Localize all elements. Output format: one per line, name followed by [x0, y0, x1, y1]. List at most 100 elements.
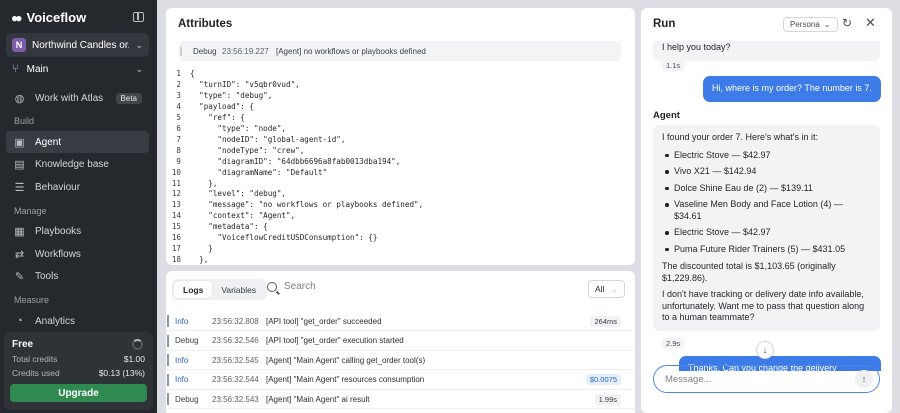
branch-name: Main: [26, 63, 49, 75]
log-row[interactable]: Info 23:56:32.544 [Agent] "Main Agent" res…: [166, 371, 635, 390]
line-number: 6: [176, 123, 181, 133]
project-selector[interactable]: N Northwind Candles or... ⌄: [6, 33, 149, 57]
code-text: "message": "no workflows or playbooks de…: [190, 200, 424, 210]
code-text: "ref": {: [190, 112, 245, 122]
agent-label: Agent: [653, 110, 680, 121]
line-number: 12: [171, 189, 181, 199]
log-badge: 1.99s: [594, 393, 621, 405]
log-time: 23:56:32.543: [212, 394, 259, 404]
code-text: "payload": {: [190, 101, 255, 111]
search-input[interactable]: [284, 281, 444, 292]
tool-icon: ✎: [14, 270, 25, 283]
send-icon[interactable]: ↑: [855, 370, 873, 388]
tab-variables[interactable]: Variables: [212, 281, 265, 298]
chat-transcript[interactable]: I help you today? 1.1s Hi, where is my o…: [641, 41, 892, 371]
nav-tools[interactable]: ✎ Tools: [6, 265, 149, 287]
log-message: [API tool] "get_order" execution started: [266, 336, 404, 346]
upgrade-button[interactable]: Upgrade: [10, 384, 147, 402]
line-number: 7: [176, 134, 181, 144]
order-item: Vaseline Men Body and Face Lotion (4) — …: [662, 199, 871, 222]
order-item: Vivo X21 — $142.94: [662, 166, 871, 178]
plan-card: Free Total credits $1.00 Credits used $0.1…: [4, 332, 153, 410]
section-measure: Measure: [14, 295, 50, 305]
sidebar: ●● Voiceflow N Northwind Candles or... ⌄ …: [0, 0, 157, 413]
order-item: Dolce Shine Eau de (2) — $139.11: [662, 183, 871, 195]
log-row[interactable]: Debug 23:56:32.546 [API tool] "get_order" …: [166, 332, 635, 351]
agent-message: I help you today?: [653, 41, 880, 61]
credits-used-row: Credits used $0.13 (13%): [12, 368, 145, 378]
logs-panel: Logs Variables All⌄ Info 23:56:32.808 [API…: [166, 271, 635, 413]
code-line: 16 "VoiceflowCreditUSDConsumption": {}: [166, 233, 635, 244]
attributes-title: Attributes: [178, 18, 233, 30]
code-text: "turnID": "v5qbr0vud",: [190, 79, 300, 89]
agent-icon: ▣: [14, 136, 25, 149]
code-line: 12 "level": "debug",: [166, 189, 635, 200]
log-message: [Agent] "Main Agent" resources consumpti…: [266, 375, 425, 385]
json-code-view[interactable]: 1{2 "turnID": "v5qbr0vud", 3 "type": "deb…: [166, 69, 635, 265]
chart-icon: ◔: [16, 315, 23, 327]
log-time: 23:56:32.808: [212, 316, 259, 326]
line-number: 13: [171, 200, 181, 210]
log-level: Debug: [175, 394, 199, 404]
branch-selector[interactable]: ⑂ Main ⌄: [6, 59, 149, 79]
chevron-down-icon: ⌄: [135, 63, 143, 74]
code-line: 14 "context": "Agent",: [166, 211, 635, 222]
nav-work-with-atlas[interactable]: ◍ Work with Atlas Beta: [6, 87, 149, 109]
run-panel: Run Persona ⌄ ↻ ✕ I help you today? 1.1s …: [641, 8, 892, 413]
log-level: Debug: [175, 336, 199, 346]
log-time: 23:56:32.544: [212, 375, 259, 385]
nav-playbooks[interactable]: ▦ Playbooks: [6, 220, 149, 242]
close-icon[interactable]: ✕: [865, 15, 876, 31]
log-level: Info: [175, 375, 189, 385]
nav-behaviour[interactable]: ☰ Behaviour: [6, 176, 149, 198]
message-composer: ↑: [653, 365, 880, 393]
log-search: [267, 281, 444, 292]
message-input[interactable]: [665, 373, 855, 385]
log-row[interactable]: Info 23:56:32.808 [API tool] "get_order" s…: [166, 312, 635, 331]
selected-debug-log: Debug 23:56:19.227 [Agent] no workflows …: [179, 41, 621, 61]
nav-workflows[interactable]: ⇄ Workflows: [6, 243, 149, 265]
persona-selector[interactable]: Persona ⌄: [783, 17, 838, 32]
line-number: 18: [171, 255, 181, 265]
project-avatar: N: [12, 38, 26, 52]
order-item: Electric Stove — $42.97: [662, 150, 871, 162]
atlas-icon: ◍: [14, 92, 25, 105]
log-message: [API tool] "get_order" succeeded: [266, 316, 382, 326]
line-number: 2: [176, 79, 181, 89]
response-time: 2.9s: [662, 338, 685, 349]
code-line: 9 "diagramID": "64dbb6696a8fab0013dba194…: [166, 157, 635, 168]
code-text: "context": "Agent",: [190, 211, 296, 221]
line-number: 5: [176, 112, 181, 122]
code-text: "metadata": {: [190, 222, 268, 232]
code-text: "type": "node",: [190, 123, 287, 133]
line-number: 4: [176, 101, 181, 111]
nav-knowledge-base[interactable]: ▤ Knowledge base: [6, 153, 149, 175]
code-line: 11 },: [166, 179, 635, 190]
line-number: 1: [176, 69, 181, 78]
log-row[interactable]: Info 23:56:32.545 [Agent] "Main Agent" cal…: [166, 351, 635, 371]
run-title: Run: [653, 18, 676, 30]
reset-icon[interactable]: ↻: [842, 16, 852, 30]
beta-badge: Beta: [115, 92, 142, 104]
scroll-down-icon[interactable]: ↓: [756, 341, 774, 359]
log-level-filter[interactable]: All ⌄: [588, 280, 625, 298]
code-text: },: [190, 178, 218, 188]
nav-agent[interactable]: ▣ Agent: [6, 131, 149, 153]
log-badge: $0.0075: [585, 374, 621, 386]
collapse-sidebar-icon[interactable]: [133, 12, 144, 22]
code-line: 4 "payload": {: [166, 102, 635, 113]
line-number: 10: [171, 167, 181, 177]
line-number: 16: [171, 233, 181, 243]
code-text: },: [190, 255, 209, 265]
line-number: 15: [171, 222, 181, 232]
code-line: 13 "message": "no workflows or playbooks…: [166, 200, 635, 211]
log-level: Info: [175, 355, 189, 365]
user-message: Hi, where is my order? The number is 7.: [703, 76, 881, 102]
code-line: 2 "turnID": "v5qbr0vud",: [166, 80, 635, 91]
workflow-icon: ⇄: [14, 248, 25, 261]
line-number: 17: [171, 244, 181, 254]
voiceflow-logo[interactable]: ●● Voiceflow: [11, 10, 86, 25]
nav-analytics[interactable]: ◔ Analytics: [6, 310, 149, 332]
log-row[interactable]: Debug 23:56:32.543 [Agent] "Main Agent" ai…: [166, 390, 635, 410]
tab-logs[interactable]: Logs: [174, 281, 213, 298]
